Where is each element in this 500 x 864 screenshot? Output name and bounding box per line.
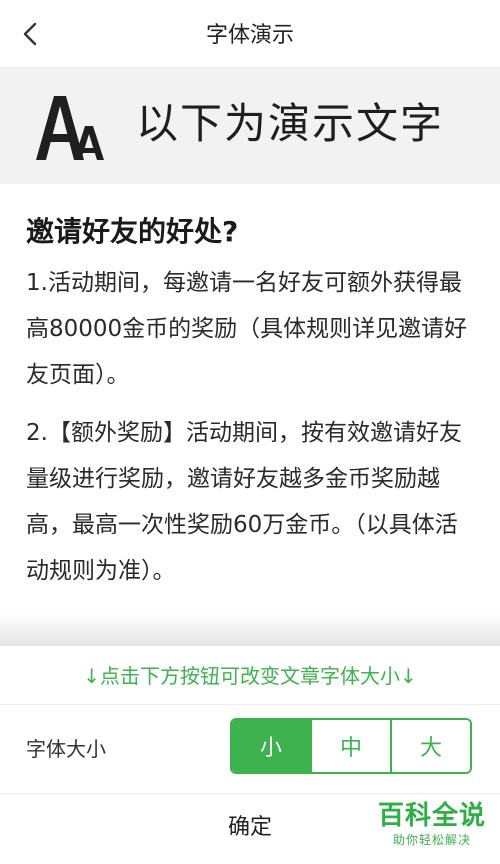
font-size-aa-icon xyxy=(36,96,104,160)
article-paragraph-1: 1.活动期间，每邀请一名好友可额外获得最高80000金币的奖励（具体规则详见邀请… xyxy=(26,270,468,388)
top-nav-bar: 字体演示 xyxy=(0,0,500,68)
demo-banner: 以下为演示文字 xyxy=(0,68,500,184)
panel-shadow xyxy=(0,612,500,648)
font-demo-page: 字体演示 以下为演示文字 邀请好友的好处? 1.活动期间，每邀请一名好友可额外获… xyxy=(0,0,500,864)
font-size-small-button[interactable]: 小 xyxy=(232,720,310,772)
watermark-logo: 百科全说 助你轻松解决 xyxy=(376,800,488,848)
font-size-hint: ↓点击下方按钮可改变文章字体大小↓ xyxy=(0,646,500,705)
watermark-sub-text: 助你轻松解决 xyxy=(392,833,471,847)
article-body: 邀请好友的好处? 1.活动期间，每邀请一名好友可额外获得最高80000金币的奖励… xyxy=(26,210,478,606)
font-size-medium-button[interactable]: 中 xyxy=(310,720,390,772)
banner-demo-text: 以下为演示文字 xyxy=(136,99,445,148)
font-size-large-button[interactable]: 大 xyxy=(390,720,470,772)
article-title: 邀请好友的好处? xyxy=(26,215,239,248)
article-paragraph-2: 2.【额外奖励】活动期间，按有效邀请好友量级进行奖励，邀请好友越多金币奖励越高，… xyxy=(26,420,462,584)
font-size-row: 字体大小 小 中 大 xyxy=(0,704,500,794)
font-size-label: 字体大小 xyxy=(26,737,106,761)
font-size-segmented-control: 小 中 大 xyxy=(230,718,472,774)
page-title: 字体演示 xyxy=(205,23,294,48)
watermark-main-text: 百科全说 xyxy=(377,801,486,831)
